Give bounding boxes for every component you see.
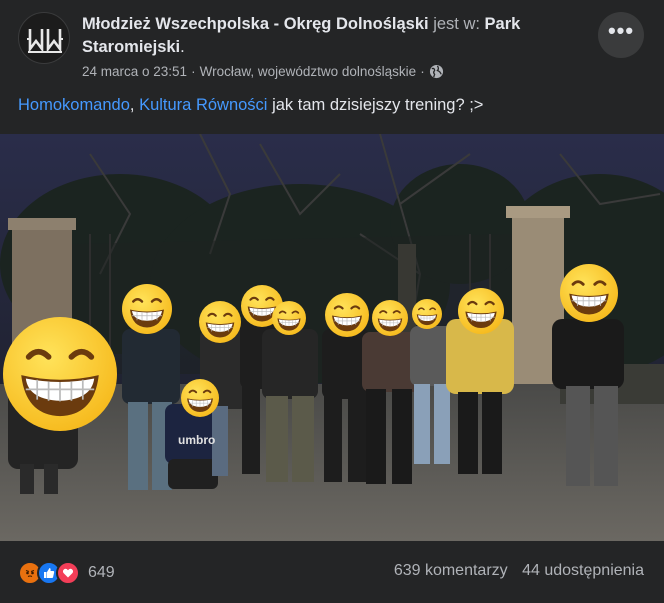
- reaction-summary[interactable]: 649: [18, 561, 115, 585]
- connector-text: jest w:: [433, 15, 480, 33]
- tag-kultura-rownosci[interactable]: Kultura Równości: [139, 96, 267, 114]
- mw-logo-icon: [27, 29, 63, 53]
- post-location: Wrocław, województwo dolnośląskie: [199, 64, 417, 79]
- post-meta: 24 marca o 23:51 · Wrocław, województwo …: [82, 64, 444, 79]
- reaction-count: 649: [88, 564, 115, 581]
- post-photo[interactable]: umbro: [0, 134, 664, 541]
- post-header: Młodzież Wszechpolska - Okręg Dolnośląsk…: [0, 0, 664, 90]
- tag-homokomando[interactable]: Homokomando: [18, 96, 130, 114]
- post-message: Homokomando, Kultura Równości jak tam dz…: [18, 96, 483, 115]
- place-suffix: .: [180, 38, 185, 56]
- post-title: Młodzież Wszechpolska - Okręg Dolnośląsk…: [82, 13, 562, 59]
- shirt-logo-text: umbro: [178, 433, 215, 447]
- meta-separator: ·: [420, 64, 425, 79]
- post-footer: 649 639 komentarzy 44 udostępnienia: [0, 541, 664, 603]
- globe-icon[interactable]: [429, 64, 444, 79]
- page-avatar[interactable]: [18, 12, 70, 64]
- comments-count-link[interactable]: 639 komentarzy: [394, 562, 508, 579]
- post-date[interactable]: 24 marca o 23:51: [82, 64, 187, 79]
- author-name[interactable]: Młodzież Wszechpolska - Okręg Dolnośląsk…: [82, 15, 429, 33]
- post-stats: 639 komentarzy 44 udostępnienia: [394, 562, 644, 580]
- more-options-button[interactable]: •••: [598, 12, 644, 58]
- meta-separator: ·: [191, 64, 196, 79]
- love-reaction-icon: [56, 561, 80, 585]
- shares-count-link[interactable]: 44 udostępnienia: [522, 562, 644, 579]
- group-photo: umbro: [0, 134, 664, 541]
- more-icon: •••: [607, 18, 635, 43]
- post-body-text: jak tam dzisiejszy trening? ;>: [272, 96, 484, 114]
- tag-comma: ,: [129, 96, 135, 114]
